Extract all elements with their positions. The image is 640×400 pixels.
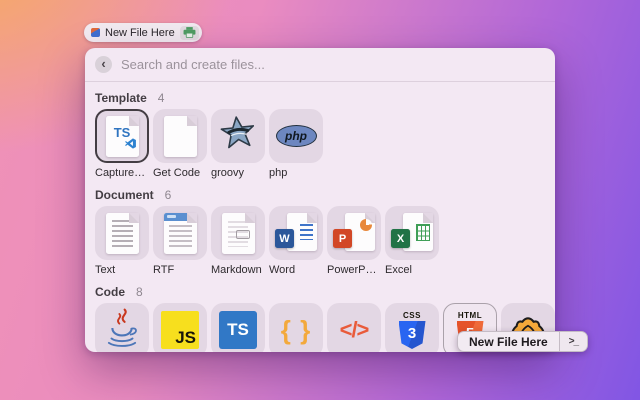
- php-logo-icon: php: [276, 125, 317, 147]
- tile-word[interactable]: W: [269, 206, 323, 260]
- tile-css[interactable]: CSS 3: [385, 303, 439, 352]
- powerpoint-file-icon: P: [333, 213, 375, 253]
- list-item: { }: [269, 303, 323, 352]
- php-glyph: php: [285, 129, 307, 143]
- vscode-icon: [124, 137, 137, 155]
- tile-label: Get Code: [153, 167, 207, 179]
- section-count: 8: [136, 285, 143, 299]
- list-item: </>: [327, 303, 381, 352]
- list-item: X Excel: [385, 206, 439, 276]
- tile-java[interactable]: [95, 303, 149, 352]
- tile-powerpoint[interactable]: P: [327, 206, 381, 260]
- javascript-logo-icon: JS: [161, 311, 199, 349]
- tile-text[interactable]: [95, 206, 149, 260]
- rtf-file-icon: [164, 213, 197, 254]
- list-item: [95, 303, 149, 352]
- terminal-icon[interactable]: >_: [559, 332, 587, 351]
- text-file-icon: [106, 213, 139, 254]
- list-item: Get Code: [153, 109, 207, 179]
- list-item: php php: [269, 109, 323, 179]
- tile-json[interactable]: { }: [269, 303, 323, 352]
- list-item: TS CaptureScr...: [95, 109, 149, 179]
- tile-label: groovy: [211, 167, 265, 179]
- tile-label: Text: [95, 264, 149, 276]
- list-item: TS: [211, 303, 265, 352]
- tile-excel[interactable]: X: [385, 206, 439, 260]
- tile-rtf[interactable]: [153, 206, 207, 260]
- tile-markup[interactable]: </>: [327, 303, 381, 352]
- search-bar: ‹: [85, 48, 555, 82]
- search-input[interactable]: [121, 57, 545, 72]
- tile-typescript[interactable]: TS: [211, 303, 265, 352]
- tile-label: php: [269, 167, 323, 179]
- section-title: Template: [95, 91, 147, 105]
- markdown-file-icon: [222, 213, 255, 254]
- list-item: P PowerPoint: [327, 206, 381, 276]
- document-row: Text RTF Markdown W: [95, 206, 555, 276]
- tile-markdown[interactable]: [211, 206, 265, 260]
- tile-label: RTF: [153, 264, 207, 276]
- tile-label: Markdown: [211, 264, 265, 276]
- section-count: 6: [165, 188, 172, 202]
- section-title: Document: [95, 188, 154, 202]
- menubar-badge[interactable]: New File Here: [84, 23, 202, 42]
- list-item: Text: [95, 206, 149, 276]
- list-item: CSS 3: [385, 303, 439, 352]
- new-file-window: ‹ Template 4 TS: [85, 48, 555, 352]
- section-count: 4: [158, 91, 165, 105]
- code-tag-icon: </>: [340, 317, 369, 343]
- groovy-star-icon: [218, 114, 258, 159]
- section-title: Code: [95, 285, 125, 299]
- word-file-icon: W: [275, 213, 317, 253]
- tile-javascript[interactable]: JS: [153, 303, 207, 352]
- tile-label: PowerPoint: [327, 264, 381, 276]
- new-file-tooltip[interactable]: New File Here >_: [457, 331, 588, 352]
- tooltip-label[interactable]: New File Here: [458, 332, 559, 351]
- tile-get-code[interactable]: [153, 109, 207, 163]
- tile-capturescript[interactable]: TS: [95, 109, 149, 163]
- braces-icon: { }: [281, 315, 311, 346]
- menubar-badge-label: New File Here: [105, 27, 175, 39]
- section-header-document: Document 6: [95, 188, 555, 202]
- tile-label: CaptureScr...: [95, 167, 149, 179]
- app-icon: [91, 28, 100, 37]
- tile-label: Word: [269, 264, 323, 276]
- list-item: W Word: [269, 206, 323, 276]
- css3-logo-icon: CSS 3: [399, 311, 426, 349]
- list-item: Markdown: [211, 206, 265, 276]
- tile-groovy[interactable]: [211, 109, 265, 163]
- tile-label: Excel: [385, 264, 439, 276]
- typescript-file-icon: TS: [106, 116, 139, 157]
- file-grid: Template 4 TS CaptureScr...: [85, 91, 555, 352]
- section-header-code: Code 8: [95, 285, 555, 299]
- java-logo-icon: [101, 306, 143, 353]
- back-button[interactable]: ‹: [95, 56, 112, 73]
- printer-icon[interactable]: [180, 26, 199, 40]
- list-item: RTF: [153, 206, 207, 276]
- blank-file-icon: [164, 116, 197, 157]
- excel-file-icon: X: [391, 213, 433, 253]
- typescript-logo-icon: TS: [219, 311, 257, 349]
- list-item: JS: [153, 303, 207, 352]
- section-header-template: Template 4: [95, 91, 555, 105]
- list-item: groovy: [211, 109, 265, 179]
- template-row: TS CaptureScr... Get Code: [95, 109, 555, 179]
- tile-php[interactable]: php: [269, 109, 323, 163]
